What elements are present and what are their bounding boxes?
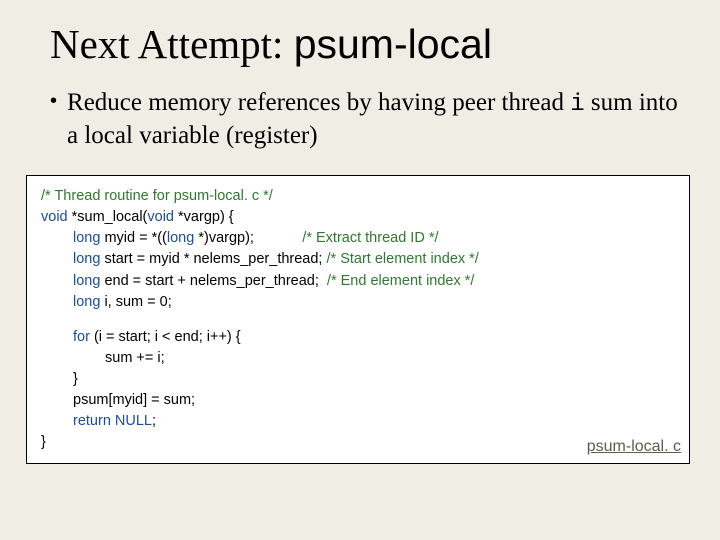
code-text: } (41, 434, 46, 450)
code-keyword: return (73, 413, 111, 429)
blank-line (41, 313, 675, 327)
bullet-item: • Reduce memory references by having pee… (50, 87, 680, 151)
code-line: /* Thread routine for psum-local. c */ (41, 186, 675, 207)
code-line: long end = start + nelems_per_thread; /*… (41, 271, 675, 292)
code-comment: /* Thread routine for psum-local. c */ (41, 188, 273, 204)
code-line: long i, sum = 0; (41, 292, 675, 313)
code-line: } (41, 432, 675, 453)
code-comment: /* End element index */ (327, 273, 475, 289)
title-prefix: Next Attempt: (50, 21, 294, 67)
code-keyword: long (73, 230, 100, 246)
slide-title: Next Attempt: psum-local (50, 20, 700, 69)
code-text: *sum_local( (68, 209, 148, 225)
code-box: /* Thread routine for psum-local. c */ v… (26, 175, 690, 463)
file-label: psum-local. c (587, 435, 681, 458)
code-keyword: void (147, 209, 174, 225)
code-line: psum[myid] = sum; (41, 390, 675, 411)
code-text: end = start + nelems_per_thread; (100, 273, 327, 289)
code-text: (i = start; i < end; i++) { (90, 329, 241, 345)
bullet-text: Reduce memory references by having peer … (67, 87, 680, 151)
code-line: long start = myid * nelems_per_thread; /… (41, 249, 675, 270)
code-text: } (73, 371, 78, 387)
code-keyword: for (73, 329, 90, 345)
code-text: ; (152, 413, 156, 429)
code-keyword: long (73, 294, 100, 310)
code-text: psum[myid] = sum; (73, 392, 195, 408)
code-line: long myid = *((long *)vargp); /* Extract… (41, 228, 675, 249)
code-text: NULL (111, 413, 152, 429)
code-keyword: void (41, 209, 68, 225)
code-comment: /* Extract thread ID */ (302, 230, 438, 246)
title-code: psum-local (294, 21, 492, 67)
code-text: i, sum = 0; (100, 294, 171, 310)
bullet-dot-icon: • (50, 87, 57, 115)
code-text: *vargp) { (174, 209, 234, 225)
code-comment: /* Start element index */ (327, 251, 479, 267)
code-line: void *sum_local(void *vargp) { (41, 207, 675, 228)
code-text: myid = *(( (100, 230, 166, 246)
slide: Next Attempt: psum-local • Reduce memory… (0, 0, 720, 540)
code-keyword: long (167, 230, 194, 246)
code-line: for (i = start; i < end; i++) { (41, 327, 675, 348)
code-text: *)vargp); (194, 230, 302, 246)
code-line: } (41, 369, 675, 390)
code-text: sum += i; (105, 350, 165, 366)
code-text: start = myid * nelems_per_thread; (100, 251, 326, 267)
bullet-var: i (570, 91, 584, 118)
bullet-pre: Reduce memory references by having peer … (67, 89, 570, 116)
code-line: return NULL; (41, 411, 675, 432)
code-keyword: long (73, 251, 100, 267)
code-keyword: long (73, 273, 100, 289)
code-line: sum += i; (41, 348, 675, 369)
